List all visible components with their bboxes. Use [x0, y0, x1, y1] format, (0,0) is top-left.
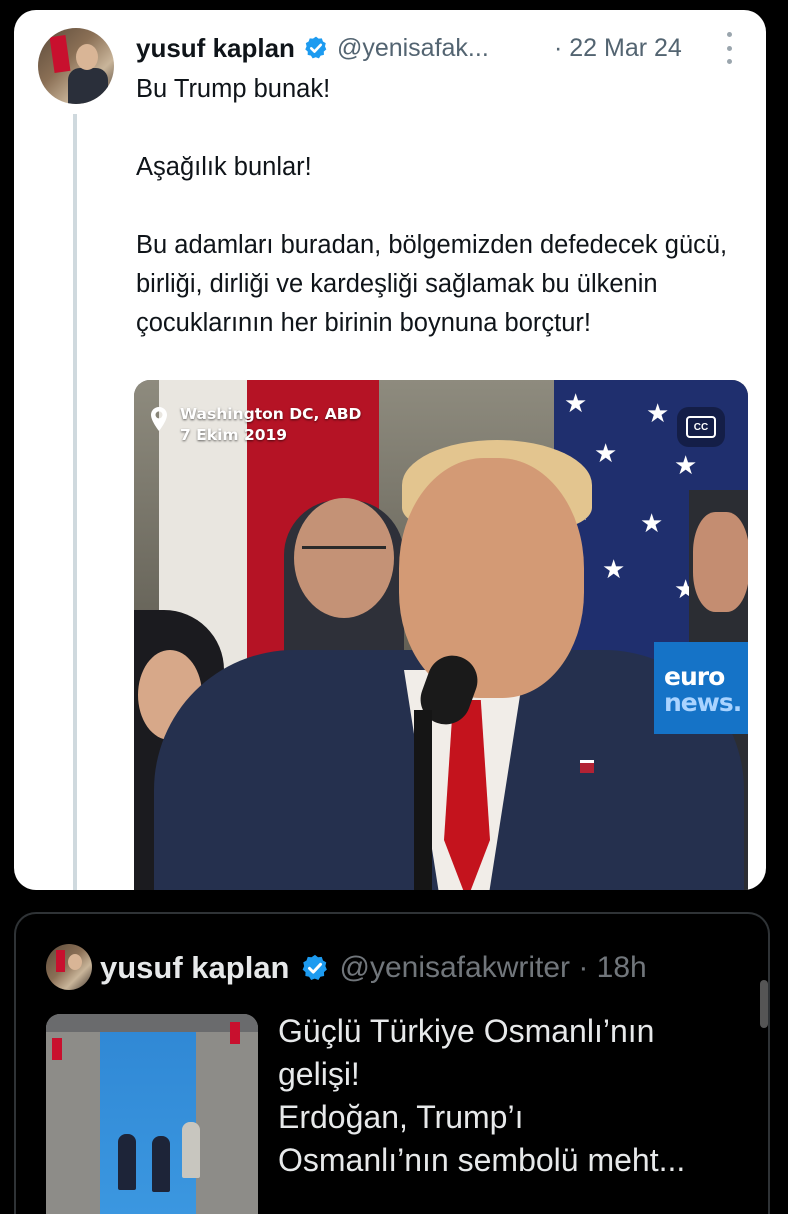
tweet-card[interactable]: yusuf kaplan @yenisafak... · 22 Mar 24 B…: [14, 10, 766, 890]
quoted-line: gelişi!: [278, 1056, 360, 1092]
tweet-timestamp[interactable]: · 22 Mar 24: [554, 28, 682, 68]
quoted-tweet-body: Güçlü Türkiye Osmanlı’nın gelişi! Erdoğa…: [278, 1010, 748, 1182]
quoted-tweet-header: yusuf kaplan @yenisafakwriter · 18h: [100, 948, 647, 988]
euronews-logo: euro news.: [654, 642, 748, 734]
tweet-paragraph: Bu Trump bunak!: [136, 75, 331, 103]
more-options-icon[interactable]: [724, 32, 734, 64]
author-handle[interactable]: @yenisafak...: [337, 34, 489, 63]
tweet-video[interactable]: ★ ★ ★ ★ ★ ★ ★ ★ ★ Washington DC, ABD: [134, 380, 748, 890]
quoted-line: Güçlü Türkiye Osmanlı’nın: [278, 1013, 655, 1049]
red-carpet-blue: [100, 1014, 196, 1214]
quoted-author-name[interactable]: yusuf kaplan: [100, 950, 290, 986]
guard-person: [182, 1122, 200, 1178]
thread-connector-line: [73, 114, 77, 890]
quoted-line: Osmanlı’nın sembolü meht...: [278, 1142, 686, 1178]
walking-person: [118, 1134, 136, 1190]
quoted-author-handle[interactable]: @yenisafakwriter · 18h: [340, 951, 647, 985]
scrollbar[interactable]: [760, 980, 768, 1028]
verified-badge-icon: [305, 36, 327, 59]
video-location: Washington DC, ABD: [180, 405, 362, 423]
author-name[interactable]: yusuf kaplan: [136, 33, 295, 64]
microphone: [414, 710, 432, 890]
author-avatar[interactable]: [38, 28, 114, 104]
tweet-paragraph: Bu adamları buradan, bölgemizden defedec…: [136, 231, 728, 337]
quoted-line: Erdoğan, Trump’ı: [278, 1099, 524, 1135]
tweet-paragraph: Aşağılık bunlar!: [136, 153, 312, 181]
location-pin-icon: [151, 407, 167, 431]
verified-badge-icon: [302, 954, 327, 980]
quoted-tweet-card[interactable]: yusuf kaplan @yenisafakwriter · 18h Güçl…: [14, 912, 770, 1214]
tweet-body: Bu Trump bunak! Aşağılık bunlar! Bu adam…: [136, 70, 746, 343]
video-location-caption: Washington DC, ABD 7 Ekim 2019: [150, 404, 361, 446]
walking-person: [152, 1136, 170, 1192]
quoted-tweet-thumbnail[interactable]: [46, 1014, 258, 1214]
tweet-header: yusuf kaplan @yenisafak...: [136, 28, 489, 68]
quoted-author-avatar[interactable]: [46, 944, 92, 990]
closed-captions-icon[interactable]: CC: [686, 416, 716, 438]
video-date: 7 Ekim 2019: [180, 426, 288, 444]
